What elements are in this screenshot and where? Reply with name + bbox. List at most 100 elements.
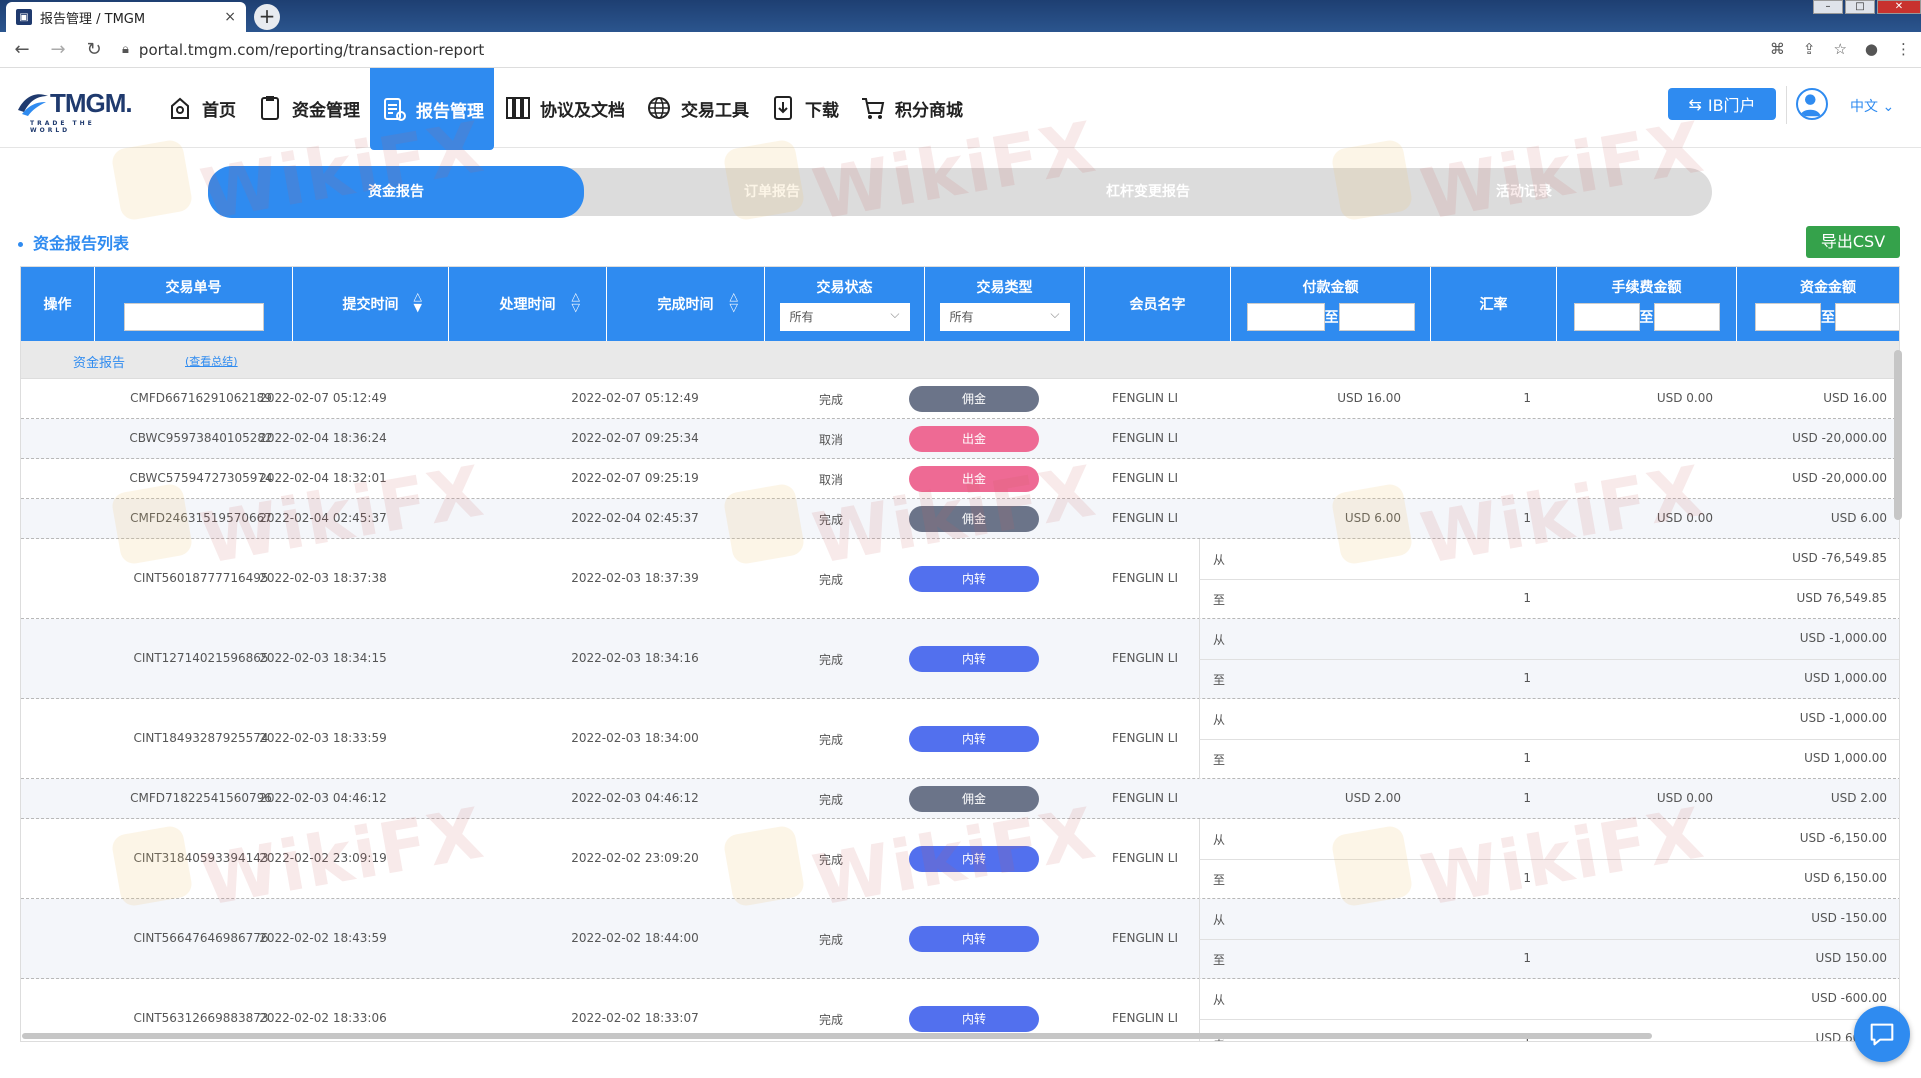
complete-time-cell: 2022-02-03 18:34:16 [571,651,699,665]
ib-portal-button[interactable]: ⇆ IB门户 [1668,88,1776,120]
profile-icon[interactable]: ● [1865,40,1878,58]
user-avatar-icon[interactable] [1796,88,1828,120]
group-label: 资金报告 [73,356,126,371]
payment-min-input[interactable] [1246,303,1325,331]
forward-arrow-icon[interactable]: → [44,39,72,60]
fee-max-input[interactable] [1653,303,1720,331]
tab-close-icon[interactable]: × [224,9,236,25]
reload-icon[interactable]: ↻ [80,39,108,60]
table-row: CINT31840593394143 2022-02-02 23:09:19 202… [21,819,1899,899]
status-cell: 完成 [818,513,843,527]
sub-row-divider [1199,939,1899,940]
nav-label: 资金管理 [292,100,360,121]
minimize-icon[interactable]: – [1813,0,1843,14]
window-close-icon[interactable]: ✕ [1877,0,1921,14]
status-filter-select[interactable]: 所有 [779,300,910,331]
fee-cell: USD 0.00 [1656,511,1713,525]
menu-kebab-icon[interactable]: ⋮ [1896,40,1911,58]
trade-no-filter-input[interactable] [123,303,264,331]
complete-time-cell: 2022-02-03 04:46:12 [571,791,699,805]
nav-item-trading-tools[interactable]: 交易工具 [635,68,759,148]
fee-min-input[interactable] [1573,303,1640,331]
tab-leverage-report[interactable]: 杠杆变更报告 [960,168,1336,216]
col-label: 会员名字 [1129,297,1186,313]
watermark-logo-icon [110,138,194,222]
from-amount-cell: USD -6,150.00 [1799,831,1887,845]
type-filter-select[interactable]: 所有 [939,300,1070,331]
nav-item-reports[interactable]: 报告管理 [370,68,494,150]
vertical-scrollbar[interactable] [1894,350,1902,520]
col-status: 交易状态 所有 [765,267,925,341]
rate-cell: 1 [1523,951,1531,965]
export-csv-button[interactable]: 导出CSV [1806,226,1900,258]
col-label: 资金金额 [1800,280,1856,296]
new-tab-button[interactable]: + [254,4,280,30]
sort-icon[interactable]: △ ▽ [572,291,580,313]
nav-label: 协议及文档 [540,100,625,121]
chat-button[interactable] [1854,1006,1910,1062]
amount-min-input[interactable] [1755,303,1821,331]
tab-funds-report[interactable]: 资金报告 [208,166,584,218]
status-cell: 完成 [818,653,843,667]
share-icon[interactable]: ⇪ [1803,40,1816,58]
nav-item-funds[interactable]: 资金管理 [246,68,370,148]
address-bar: ← → ↻ 🔒︎ portal.tmgm.com/reporting/trans… [0,32,1921,68]
nav-item-home[interactable]: 首页 [156,68,246,148]
tab-title: 报告管理 / TMGM [40,11,146,27]
tab-order-report[interactable]: 订单报告 [584,168,960,216]
horizontal-scrollbar[interactable] [22,1033,1652,1039]
range-to-label: 至 [1821,310,1835,326]
submit-time-cell: 2022-02-02 23:09:19 [259,851,387,865]
amount-cell: USD 2.00 [1830,791,1887,805]
url-field[interactable]: 🔒︎ portal.tmgm.com/reporting/transaction… [122,41,484,59]
payment-max-input[interactable] [1338,303,1415,331]
back-arrow-icon[interactable]: ← [8,39,36,60]
status-cell: 完成 [818,793,843,807]
view-summary-link[interactable]: (查看总结) [185,353,238,369]
table-row: CBWC57594727305974 2022-02-04 18:32:01 202… [21,459,1899,499]
language-selector[interactable]: 中文 ⌄ [1850,96,1894,116]
col-operation: 操作 [21,267,95,341]
amount-cell: USD 16.00 [1823,391,1887,405]
col-label: 手续费金额 [1611,280,1682,296]
report-tabs: 资金报告 订单报告 杠杆变更报告 活动记录 [208,166,1712,218]
translate-icon[interactable]: ⌘ [1770,40,1785,58]
bookmark-star-icon[interactable]: ☆ [1833,40,1846,58]
nav-item-documents[interactable]: 协议及文档 [494,68,635,148]
status-cell: 取消 [818,473,843,487]
member-name-cell: FENGLIN LI [1112,731,1178,745]
from-amount-cell: USD -150.00 [1811,911,1887,925]
from-amount-cell: USD -76,549.85 [1792,551,1887,565]
member-name-cell: FENGLIN LI [1112,571,1178,585]
col-submit-time[interactable]: 提交时间 △ ▼ [293,267,449,341]
download-icon [774,96,792,120]
rate-cell: 1 [1523,671,1531,685]
sort-icon[interactable]: △ ▽ [730,291,738,313]
complete-time-cell: 2022-02-02 18:44:00 [571,931,699,945]
language-label: 中文 [1850,99,1878,115]
status-cell: 取消 [818,433,843,447]
amount-max-input[interactable] [1835,303,1899,331]
chat-bubble-icon [1870,1023,1894,1046]
site-header: TMGM. TRADE THE WORLD 首页 资金管理 报告管理 协议及文档… [0,68,1921,150]
col-process-time[interactable]: 处理时间 △ ▽ [449,267,607,341]
nav-item-download[interactable]: 下载 [759,68,849,148]
fee-range: 至 [1573,303,1720,331]
type-badge: 内转 [909,846,1039,872]
sort-icon[interactable]: △ ▼ [414,291,422,313]
tab-activity-log[interactable]: 活动记录 [1336,168,1712,216]
browser-tab[interactable]: ▣ 报告管理 / TMGM × [6,2,246,32]
from-label: 从 [1213,553,1226,567]
submit-time-cell: 2022-02-03 18:34:15 [259,651,387,665]
submit-time-cell: 2022-02-02 18:33:06 [259,1011,387,1025]
col-trade-no: 交易单号 [95,267,293,341]
type-badge: 佣金 [909,506,1039,532]
address-bar-actions: ⌘ ⇪ ☆ ● ⋮ [1770,40,1911,58]
maximize-icon[interactable]: □ [1845,0,1875,14]
ib-portal-label: IB门户 [1707,96,1756,115]
nav-item-points-mall[interactable]: 积分商城 [849,68,973,148]
funds-report-table: 操作 交易单号 提交时间 △ ▼ 处理时间 △ ▽ 完成时间 △ ▽ 交易状态 所有 … [20,266,1900,1042]
complete-time-cell: 2022-02-04 02:45:37 [571,511,699,525]
tmgm-logo[interactable]: TMGM. TRADE THE WORLD [16,86,136,134]
col-complete-time[interactable]: 完成时间 △ ▽ [607,267,765,341]
